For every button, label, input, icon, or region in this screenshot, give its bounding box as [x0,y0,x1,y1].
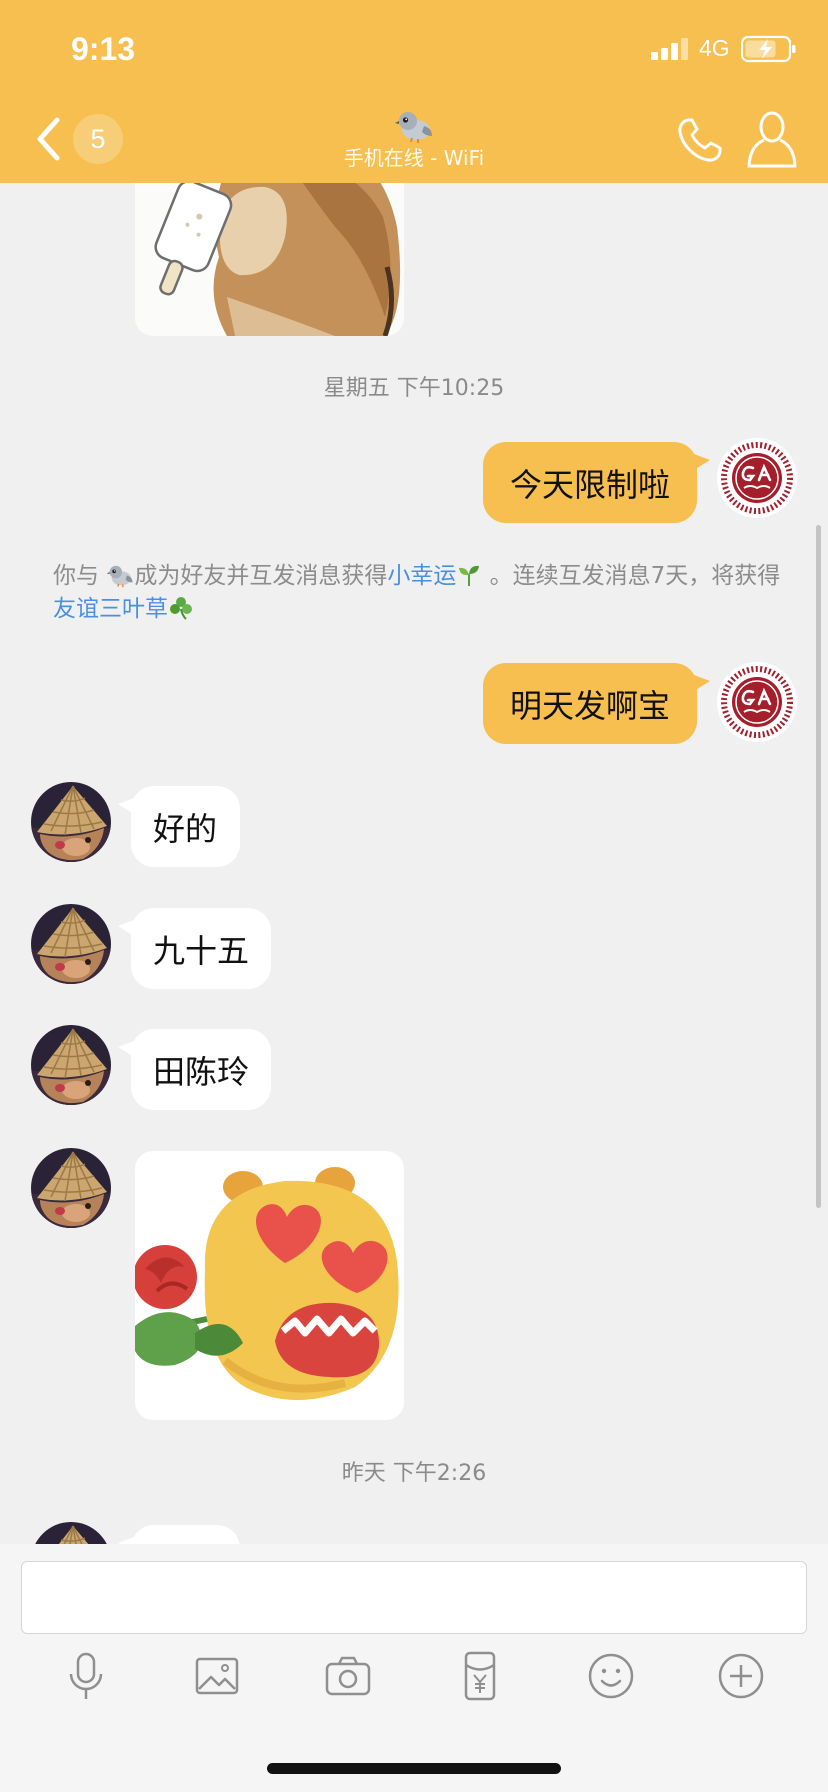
pigeon-emoji-icon [394,108,434,144]
heart-eyes-rose-sticker[interactable] [135,1151,404,1420]
contact-avatar[interactable] [31,1148,111,1228]
message-text: 九十五 [153,931,250,970]
message-text: 今天限制啦 [509,465,670,504]
received-message-bubble[interactable] [118,1525,240,1544]
network-type: 4G [699,35,730,61]
microphone-icon[interactable] [60,1650,112,1702]
contact-avatar[interactable] [31,782,111,862]
cellular-signal-icon [651,38,688,60]
plus-icon[interactable] [715,1650,767,1702]
clover-icon [170,597,192,620]
battery-charging-icon [741,35,796,63]
friendship-system-notice: 你与 成为好友并互发消息获得小幸运 。连续互发消息7天，将获得友谊三叶草 [53,560,783,626]
timestamp: 星期五 下午10:25 [323,376,505,401]
friendship-clover-link[interactable]: 友谊三叶草 [53,596,168,622]
message-text: 好的 [153,809,218,848]
contact-avatar[interactable] [31,904,111,984]
contact-avatar[interactable] [31,1025,111,1105]
message-input[interactable] [21,1561,807,1634]
received-message-bubble[interactable]: 田陈玲 [117,1029,272,1110]
person-icon[interactable] [744,108,800,170]
chevron-left-icon [37,117,60,161]
phone-icon[interactable] [674,114,726,166]
status-time: 9:13 [71,31,136,67]
message-list[interactable]: 星期五 下午10:25 今天限制啦 你与 成为好友并互发消息获得小幸运 。连续互… [0,183,828,1544]
message-text: 明天发啊宝 [509,686,670,725]
unread-count-badge[interactable]: 5 [73,114,123,164]
camera-icon[interactable] [322,1650,374,1702]
back-button[interactable] [26,112,70,166]
sprout-icon [459,565,480,586]
sent-message-bubble[interactable]: 今天限制啦 [482,442,711,523]
notice-text: 你与 [53,563,99,589]
scrollbar[interactable] [816,525,821,1208]
message-text: 田陈玲 [153,1052,250,1091]
my-avatar[interactable] [717,438,797,518]
emoji-icon[interactable] [585,1650,637,1702]
dog-with-popsicle-sticker[interactable] [135,183,404,336]
home-indicator[interactable] [267,1763,561,1774]
sent-message-bubble[interactable]: 明天发啊宝 [482,663,711,744]
notice-text: 。连续互发消息7天，将获得 [489,563,781,589]
pigeon-emoji-icon [106,563,134,588]
message-composer [0,1544,828,1792]
my-avatar[interactable] [717,662,797,742]
navigation-bar: 9:13 4G 5 手机在线 - WiFi [0,0,828,183]
online-status: 手机在线 - WiFi [343,146,485,170]
chat-title[interactable]: 手机在线 - WiFi [214,108,614,170]
timestamp: 昨天 下午2:26 [341,1461,487,1486]
photo-icon[interactable] [191,1650,243,1702]
received-message-bubble[interactable]: 九十五 [117,908,272,989]
lucky-link[interactable]: 小幸运 [387,563,456,589]
red-packet-icon[interactable] [454,1650,506,1702]
notice-text: 成为好友并互发消息获得 [134,563,388,589]
received-message-bubble[interactable]: 好的 [118,786,240,867]
contact-avatar[interactable] [31,1522,111,1544]
